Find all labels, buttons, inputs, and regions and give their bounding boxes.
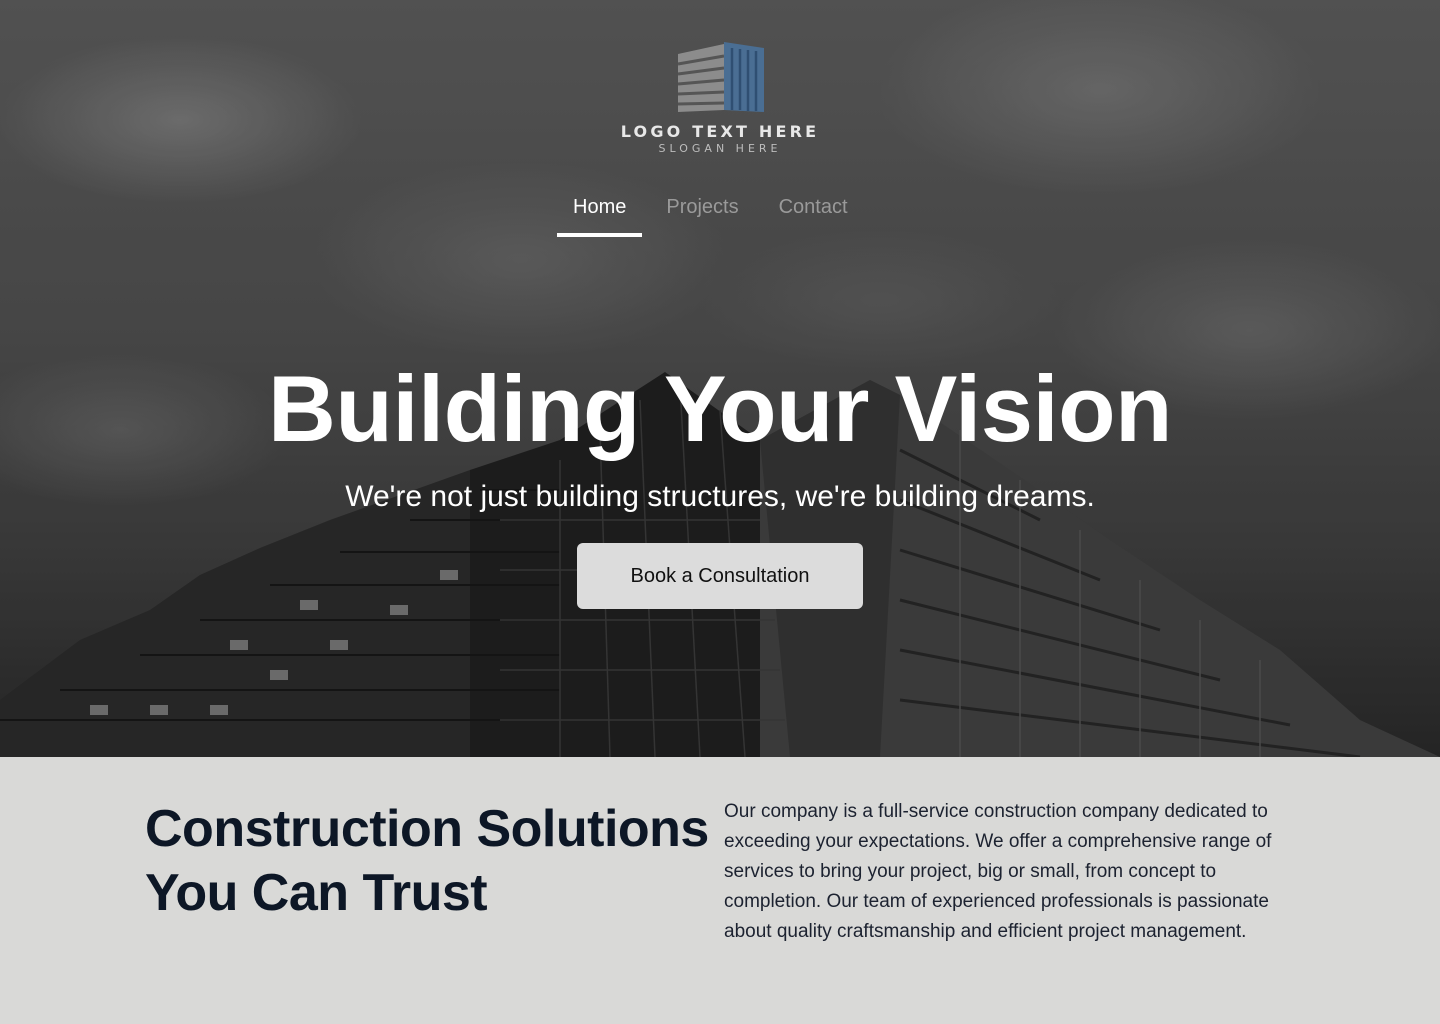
- about-section: Construction Solutions You Can Trust Our…: [0, 757, 1440, 1024]
- book-consultation-button[interactable]: Book a Consultation: [577, 543, 863, 609]
- logo-slogan: SLOGAN HERE: [658, 142, 782, 155]
- hero-section: LOGO TEXT HERE SLOGAN HERE Home Projects…: [0, 0, 1440, 757]
- about-title: Construction Solutions You Can Trust: [145, 800, 709, 922]
- main-nav: Home Projects Contact: [557, 188, 872, 237]
- hero-subtitle: We're not just building structures, we'r…: [345, 480, 1095, 513]
- hero-title: Building Your Vision: [268, 356, 1172, 461]
- building-logo-icon: [677, 42, 764, 112]
- nav-item-home[interactable]: Home: [557, 188, 643, 237]
- about-description: Our company is a full-service constructi…: [724, 801, 1272, 942]
- nav-item-contact[interactable]: Contact: [763, 188, 864, 237]
- logo-text: LOGO TEXT HERE: [620, 122, 820, 141]
- logo-blue-block: [724, 42, 764, 112]
- nav-item-projects[interactable]: Projects: [650, 188, 754, 237]
- site-logo[interactable]: LOGO TEXT HERE SLOGAN HERE: [620, 40, 820, 160]
